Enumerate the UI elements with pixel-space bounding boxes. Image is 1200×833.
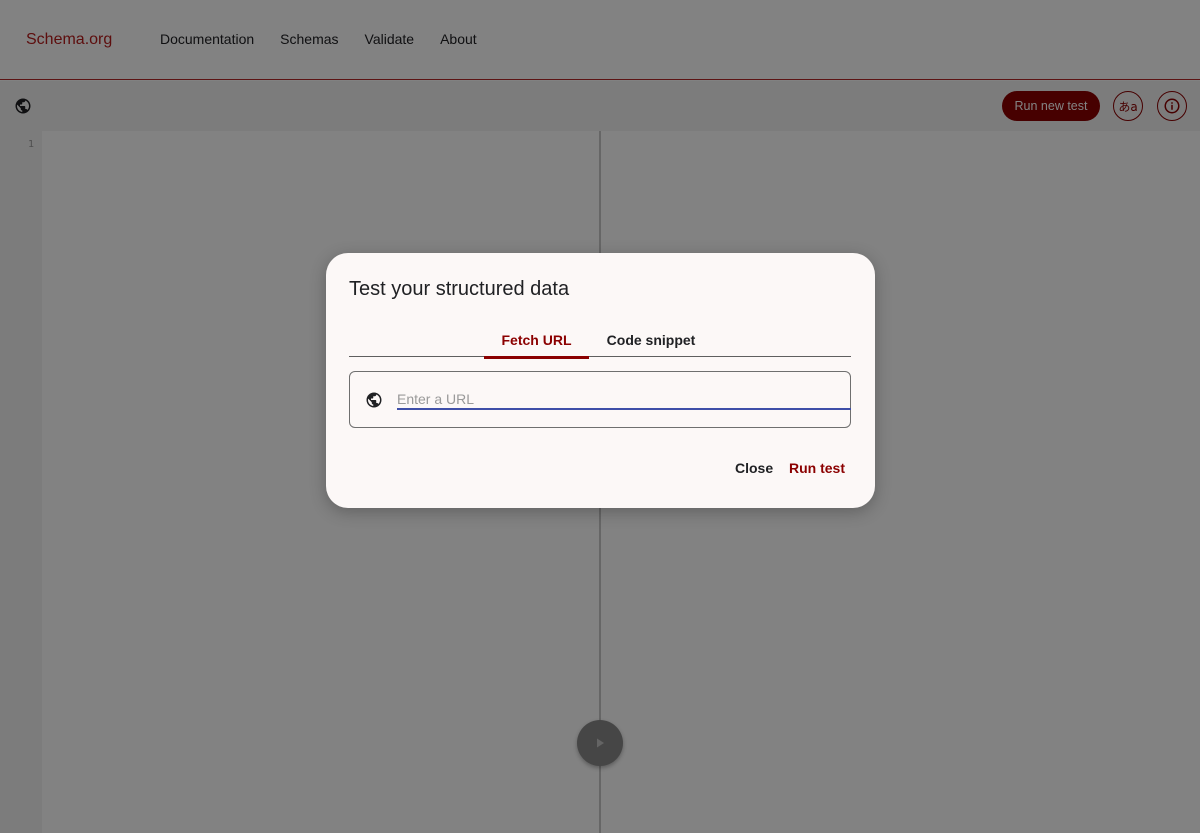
page: Schema.org Documentation Schemas Validat… (0, 0, 1200, 833)
url-input-container (349, 371, 851, 428)
tab-code-snippet[interactable]: Code snippet (605, 323, 697, 357)
test-dialog: Test your structured data Fetch URL Code… (326, 253, 875, 508)
run-test-button[interactable]: Run test (789, 458, 845, 478)
close-button[interactable]: Close (735, 458, 773, 478)
tab-fetch-url[interactable]: Fetch URL (484, 323, 589, 359)
url-input[interactable] (397, 388, 851, 410)
dialog-title: Test your structured data (349, 278, 570, 300)
dialog-tabs: Fetch URL Code snippet (349, 323, 851, 359)
globe-icon (364, 390, 384, 410)
